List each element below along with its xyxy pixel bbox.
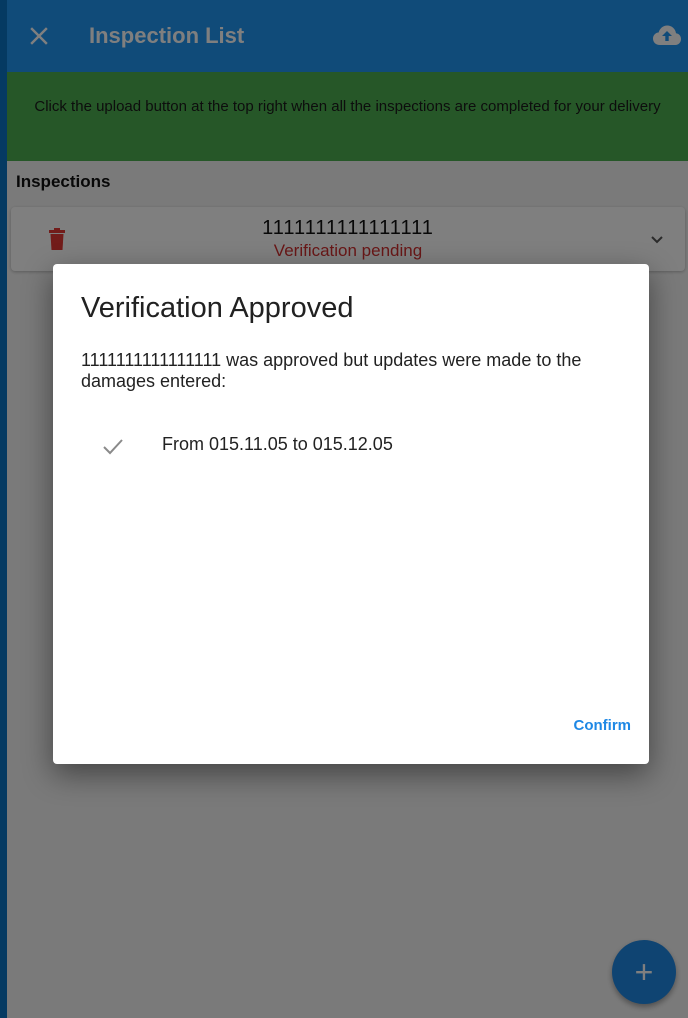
check-icon-glyph: [103, 439, 123, 455]
dialog-title: Verification Approved: [81, 292, 354, 324]
dialog-message: 1111111111111111 was approved but update…: [81, 350, 582, 391]
change-text: From 015.11.05 to 015.12.05: [162, 434, 393, 454]
confirm-button[interactable]: Confirm: [574, 717, 632, 734]
verification-dialog: Verification Approved 1111111111111111 w…: [53, 264, 649, 764]
app-root: Inspection List Click the upload button …: [0, 0, 688, 1018]
check-icon: [101, 434, 125, 458]
change-list-item: From 015.11.05 to 015.12.05: [101, 432, 621, 460]
